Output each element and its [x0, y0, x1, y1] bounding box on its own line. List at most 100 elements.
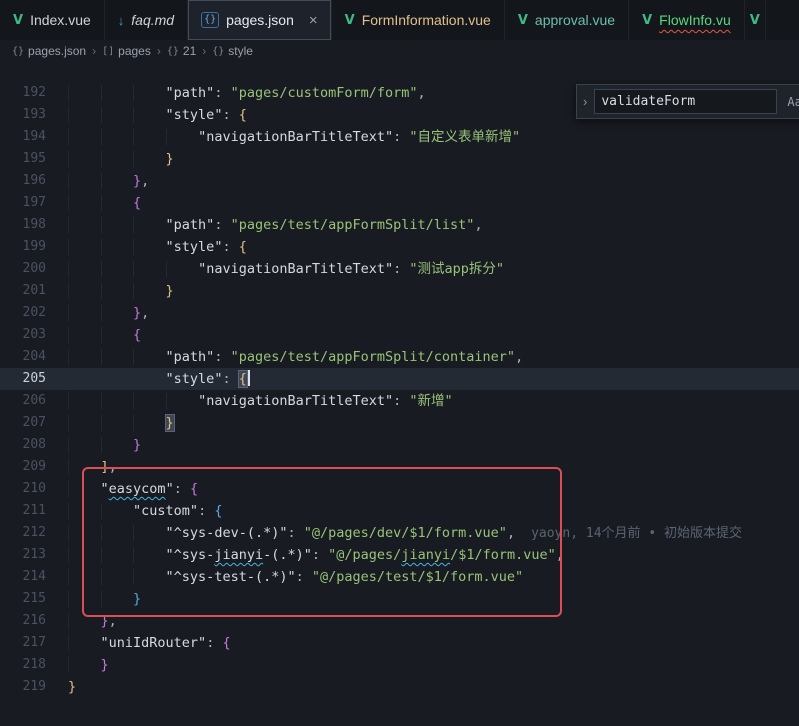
- breadcrumb-item[interactable]: {}pages.json: [12, 44, 86, 58]
- code-line-213[interactable]: 213 "^sys-jianyi-(.*)": "@/pages/jianyi/…: [0, 544, 799, 566]
- token: :: [198, 503, 214, 519]
- line-number[interactable]: 193: [0, 104, 46, 126]
- line-number[interactable]: 207: [0, 412, 46, 434]
- toggle-replace-icon[interactable]: ›: [583, 94, 587, 109]
- line-number[interactable]: 214: [0, 566, 46, 588]
- editor[interactable]: 192 "path": "pages/customForm/form",193 …: [0, 62, 799, 726]
- tab-flowinfo-vu[interactable]: VFlowInfo.vu: [629, 0, 745, 40]
- indent-guide: [133, 547, 166, 563]
- close-tab-icon[interactable]: ×: [309, 13, 318, 28]
- breadcrumb-item[interactable]: []pages: [102, 44, 151, 58]
- indent-guide: [68, 613, 101, 629]
- code-line-215[interactable]: 215 }: [0, 588, 799, 610]
- indent-guide: [68, 283, 101, 299]
- code-line-211[interactable]: 211 "custom": {: [0, 500, 799, 522]
- code-line-197[interactable]: 197 {: [0, 192, 799, 214]
- code-line-199[interactable]: 199 "style": {: [0, 236, 799, 258]
- token: "pages/test/appFormSplit/container": [231, 349, 515, 365]
- token: {: [133, 327, 141, 343]
- token: }: [133, 305, 141, 321]
- code-line-206[interactable]: 206 "navigationBarTitleText": "新增": [0, 390, 799, 412]
- code-text: }: [46, 280, 174, 302]
- code-line-202[interactable]: 202 },: [0, 302, 799, 324]
- code-line-208[interactable]: 208 }: [0, 434, 799, 456]
- breadcrumb-item[interactable]: {}style: [212, 44, 253, 58]
- token: jianyi: [401, 547, 450, 563]
- token: :: [222, 239, 238, 255]
- line-number[interactable]: 213: [0, 544, 46, 566]
- code-line-198[interactable]: 198 "path": "pages/test/appFormSplit/lis…: [0, 214, 799, 236]
- tab-partial[interactable]: V: [745, 0, 766, 40]
- code-line-210[interactable]: 210 "easycom": {: [0, 478, 799, 500]
- token: "新增": [409, 393, 452, 409]
- token: }: [133, 173, 141, 189]
- token: "navigationBarTitleText": [198, 261, 393, 277]
- token: "^sys-: [166, 547, 215, 563]
- line-number[interactable]: 208: [0, 434, 46, 456]
- code-line-216[interactable]: 216 },: [0, 610, 799, 632]
- line-number[interactable]: 206: [0, 390, 46, 412]
- line-number[interactable]: 200: [0, 258, 46, 280]
- line-number[interactable]: 196: [0, 170, 46, 192]
- code-line-204[interactable]: 204 "path": "pages/test/appFormSplit/con…: [0, 346, 799, 368]
- code-line-205[interactable]: 205 "style": {: [0, 368, 799, 390]
- indent-guide: [101, 437, 134, 453]
- line-number[interactable]: 211: [0, 500, 46, 522]
- find-widget: › Aa ab .*: [576, 84, 799, 119]
- line-number[interactable]: 195: [0, 148, 46, 170]
- line-number[interactable]: 215: [0, 588, 46, 610]
- code-line-195[interactable]: 195 }: [0, 148, 799, 170]
- tab-label: Index.vue: [30, 12, 91, 28]
- indent-guide: [133, 569, 166, 585]
- code-line-219[interactable]: 219}: [0, 676, 799, 698]
- line-number[interactable]: 209: [0, 456, 46, 478]
- find-input[interactable]: [594, 89, 777, 114]
- token: {: [214, 503, 222, 519]
- symbol-icon: {}: [12, 46, 24, 57]
- line-number[interactable]: 192: [0, 82, 46, 104]
- tab-faq-md[interactable]: ↓faq.md: [105, 0, 188, 40]
- code-line-217[interactable]: 217 "uniIdRouter": {: [0, 632, 799, 654]
- code-line-218[interactable]: 218 }: [0, 654, 799, 676]
- line-number[interactable]: 219: [0, 676, 46, 698]
- code-line-209[interactable]: 209 ],: [0, 456, 799, 478]
- indent-guide: [68, 481, 101, 497]
- line-number[interactable]: 210: [0, 478, 46, 500]
- line-number[interactable]: 199: [0, 236, 46, 258]
- line-number[interactable]: 212: [0, 522, 46, 544]
- code-line-207[interactable]: 207 }: [0, 412, 799, 434]
- breadcrumb-item[interactable]: {}21: [167, 44, 196, 58]
- code-line-194[interactable]: 194 "navigationBarTitleText": "自定义表单新增": [0, 126, 799, 148]
- line-number[interactable]: 205: [0, 368, 46, 390]
- indent-guide: [68, 547, 101, 563]
- code-text: }: [46, 588, 141, 610]
- code-line-196[interactable]: 196 },: [0, 170, 799, 192]
- line-number[interactable]: 198: [0, 214, 46, 236]
- tab-forminformation-vue[interactable]: VFormInformation.vue: [332, 0, 505, 40]
- code-line-201[interactable]: 201 }: [0, 280, 799, 302]
- match-case-icon[interactable]: Aa: [784, 93, 799, 111]
- indent-guide: [133, 349, 166, 365]
- token: :: [214, 217, 230, 233]
- line-number[interactable]: 201: [0, 280, 46, 302]
- line-number[interactable]: 194: [0, 126, 46, 148]
- token: ": [166, 481, 174, 497]
- indent-guide: [101, 371, 134, 387]
- line-number[interactable]: 218: [0, 654, 46, 676]
- line-number[interactable]: 204: [0, 346, 46, 368]
- line-number[interactable]: 203: [0, 324, 46, 346]
- line-number[interactable]: 216: [0, 610, 46, 632]
- token: ,: [515, 349, 523, 365]
- token: ,: [507, 525, 515, 541]
- code-line-212[interactable]: 212 "^sys-dev-(.*)": "@/pages/dev/$1/for…: [0, 522, 799, 544]
- tab-pages-json[interactable]: {}pages.json×: [188, 0, 332, 40]
- code-text: "path": "pages/customForm/form",: [46, 82, 426, 104]
- line-number[interactable]: 202: [0, 302, 46, 324]
- tab-index-vue[interactable]: VIndex.vue: [0, 0, 105, 40]
- code-line-203[interactable]: 203 {: [0, 324, 799, 346]
- line-number[interactable]: 197: [0, 192, 46, 214]
- code-line-200[interactable]: 200 "navigationBarTitleText": "测试app拆分": [0, 258, 799, 280]
- tab-approval-vue[interactable]: Vapproval.vue: [505, 0, 629, 40]
- line-number[interactable]: 217: [0, 632, 46, 654]
- code-line-214[interactable]: 214 "^sys-test-(.*)": "@/pages/test/$1/f…: [0, 566, 799, 588]
